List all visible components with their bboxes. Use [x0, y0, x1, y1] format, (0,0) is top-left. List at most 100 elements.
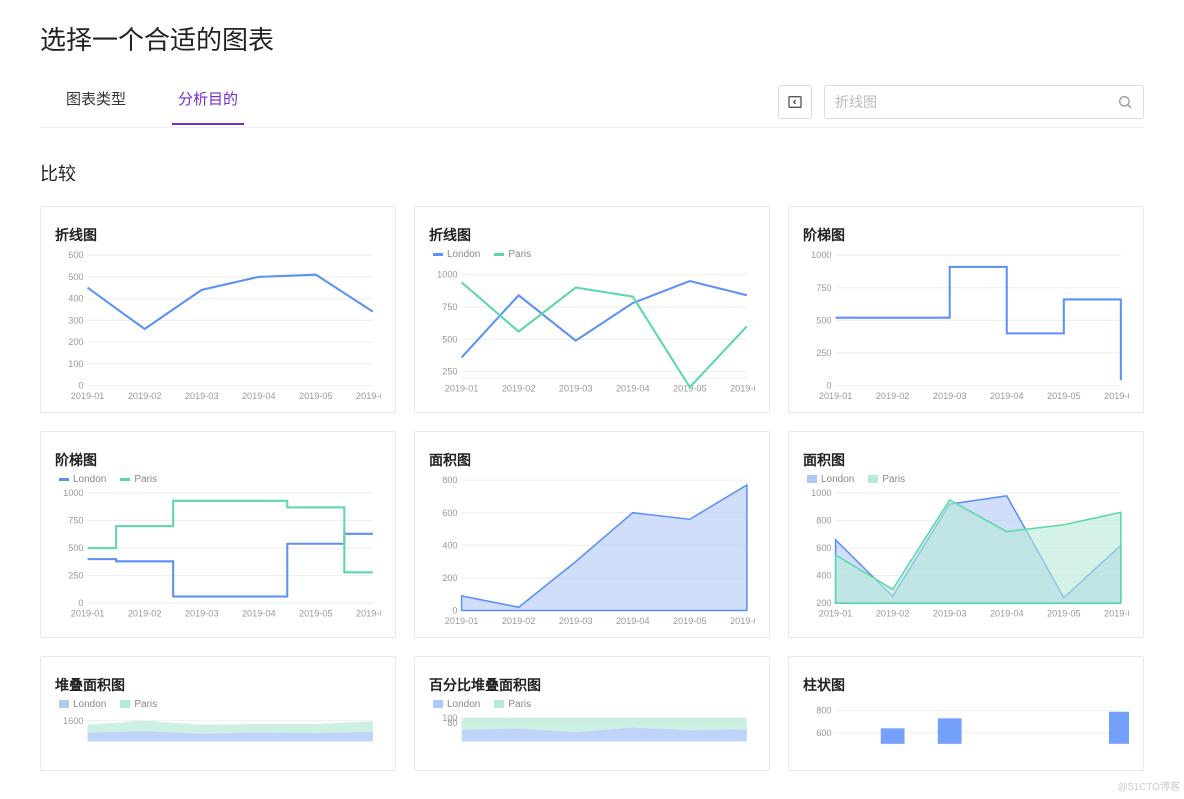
- svg-text:200: 200: [68, 337, 83, 347]
- svg-text:100: 100: [68, 359, 83, 369]
- chart-card[interactable]: 阶梯图 025050075010002019-012019-022019-032…: [788, 206, 1144, 413]
- collapse-button[interactable]: [778, 85, 812, 119]
- svg-text:400: 400: [68, 294, 83, 304]
- chart-card[interactable]: 折线图 London Paris 25050075010002019-01201…: [414, 206, 770, 413]
- chart-title: 面积图: [803, 450, 1129, 470]
- svg-text:2019-05: 2019-05: [673, 616, 707, 626]
- svg-text:2019-03: 2019-03: [185, 608, 219, 618]
- svg-text:2019-01: 2019-01: [445, 383, 479, 393]
- svg-text:2019-06: 2019-06: [730, 616, 755, 626]
- chart-card[interactable]: 柱状图 600800: [788, 656, 1144, 771]
- legend-label: London: [73, 474, 106, 485]
- bar-chart: 600800: [803, 699, 1129, 760]
- chart-card[interactable]: 百分比堆叠面积图 London Paris 80100: [414, 656, 770, 771]
- legend-label: Paris: [882, 474, 905, 485]
- legend-label: London: [447, 249, 480, 260]
- svg-text:250: 250: [442, 367, 457, 377]
- svg-text:2019-01: 2019-01: [445, 616, 479, 626]
- svg-text:1000: 1000: [63, 488, 83, 498]
- svg-text:400: 400: [442, 540, 457, 550]
- svg-text:0: 0: [452, 605, 457, 615]
- chart-card[interactable]: 折线图 01002003004005006002019-012019-02201…: [40, 206, 396, 413]
- line-chart-single: 01002003004005006002019-012019-022019-03…: [55, 249, 381, 402]
- svg-text:2019-06: 2019-06: [356, 391, 381, 401]
- svg-text:2019-04: 2019-04: [242, 608, 276, 618]
- svg-text:1000: 1000: [811, 250, 831, 260]
- svg-text:2019-01: 2019-01: [819, 608, 853, 618]
- svg-text:2019-02: 2019-02: [502, 616, 536, 626]
- svg-text:0: 0: [78, 598, 83, 608]
- svg-text:250: 250: [68, 571, 83, 581]
- legend: London Paris: [433, 249, 755, 260]
- line-chart-multi: 25050075010002019-012019-022019-032019-0…: [429, 262, 755, 394]
- legend-label: Paris: [508, 249, 531, 260]
- tab-chart-type[interactable]: 图表类型: [60, 88, 132, 125]
- chart-title: 面积图: [429, 450, 755, 470]
- chart-card[interactable]: 堆叠面积图 London Paris 1600: [40, 656, 396, 771]
- svg-text:200: 200: [442, 573, 457, 583]
- svg-text:0: 0: [78, 381, 83, 391]
- chart-title: 堆叠面积图: [55, 675, 381, 695]
- legend: London Paris: [59, 699, 381, 710]
- svg-text:2019-02: 2019-02: [876, 608, 910, 618]
- svg-text:2019-04: 2019-04: [242, 391, 276, 401]
- svg-text:2019-03: 2019-03: [559, 383, 593, 393]
- svg-text:1600: 1600: [63, 715, 83, 725]
- svg-text:2019-03: 2019-03: [185, 391, 219, 401]
- chart-card[interactable]: 阶梯图 London Paris 025050075010002019-0120…: [40, 431, 396, 638]
- svg-text:300: 300: [68, 315, 83, 325]
- chart-card[interactable]: 面积图 London Paris 20040060080010002019-01…: [788, 431, 1144, 638]
- svg-text:2019-03: 2019-03: [933, 391, 967, 401]
- svg-text:750: 750: [442, 302, 457, 312]
- svg-text:2019-04: 2019-04: [616, 616, 650, 626]
- svg-text:600: 600: [442, 508, 457, 518]
- tab-analysis-purpose[interactable]: 分析目的: [172, 88, 244, 125]
- chart-title: 折线图: [429, 225, 755, 245]
- tabs: 图表类型 分析目的: [40, 88, 244, 125]
- chart-grid: 折线图 0 100 200 300 400 500 600 2019-01 2019-02 201…: [40, 206, 1144, 771]
- chart-title: 百分比堆叠面积图: [429, 675, 755, 695]
- svg-text:800: 800: [816, 515, 831, 525]
- svg-text:2019-02: 2019-02: [876, 391, 910, 401]
- area-chart-multi: 20040060080010002019-012019-022019-03201…: [803, 487, 1129, 619]
- search-box[interactable]: [824, 85, 1144, 119]
- svg-text:2019-06: 2019-06: [1104, 608, 1129, 618]
- svg-text:2019-05: 2019-05: [299, 608, 333, 618]
- svg-text:500: 500: [816, 315, 831, 325]
- svg-text:500: 500: [68, 272, 83, 282]
- svg-text:2019-05: 2019-05: [1047, 608, 1081, 618]
- svg-text:2019-06: 2019-06: [356, 608, 381, 618]
- svg-text:2019-04: 2019-04: [990, 391, 1024, 401]
- svg-text:600: 600: [816, 727, 831, 737]
- stacked-area-chart: 1600: [55, 712, 381, 758]
- svg-text:2019-04: 2019-04: [616, 383, 650, 393]
- svg-text:2019-02: 2019-02: [128, 391, 162, 401]
- svg-text:2019-02: 2019-02: [502, 383, 536, 393]
- svg-text:2019-05: 2019-05: [1047, 391, 1081, 401]
- legend-label: Paris: [134, 474, 157, 485]
- svg-text:1000: 1000: [437, 270, 457, 280]
- legend: London Paris: [59, 474, 381, 485]
- search-input[interactable]: [835, 94, 1117, 110]
- search-icon: [1117, 94, 1133, 110]
- chart-title: 阶梯图: [803, 225, 1129, 245]
- legend: London Paris: [807, 474, 1129, 485]
- page-title: 选择一个合适的图表: [40, 20, 1144, 57]
- svg-text:0: 0: [826, 381, 831, 391]
- chart-card[interactable]: 面积图 02004006008002019-012019-022019-0320…: [414, 431, 770, 638]
- svg-text:250: 250: [816, 348, 831, 358]
- legend: London Paris: [433, 699, 755, 710]
- svg-text:2019-02: 2019-02: [128, 608, 162, 618]
- step-chart-multi: 0 250 500 750 1000 2019-01 2019-02 2019-03 2019-…: [55, 487, 381, 619]
- svg-text:100: 100: [442, 713, 457, 723]
- legend-label: London: [447, 699, 480, 710]
- chart-title: 折线图: [55, 225, 381, 245]
- svg-text:2019-06: 2019-06: [730, 383, 755, 393]
- svg-text:600: 600: [816, 543, 831, 553]
- step-chart-single: 025050075010002019-012019-022019-032019-…: [803, 249, 1129, 402]
- legend-label: Paris: [134, 699, 157, 710]
- svg-text:750: 750: [68, 515, 83, 525]
- area-chart-single: 02004006008002019-012019-022019-032019-0…: [429, 474, 755, 627]
- svg-text:500: 500: [68, 543, 83, 553]
- svg-text:2019-01: 2019-01: [71, 608, 105, 618]
